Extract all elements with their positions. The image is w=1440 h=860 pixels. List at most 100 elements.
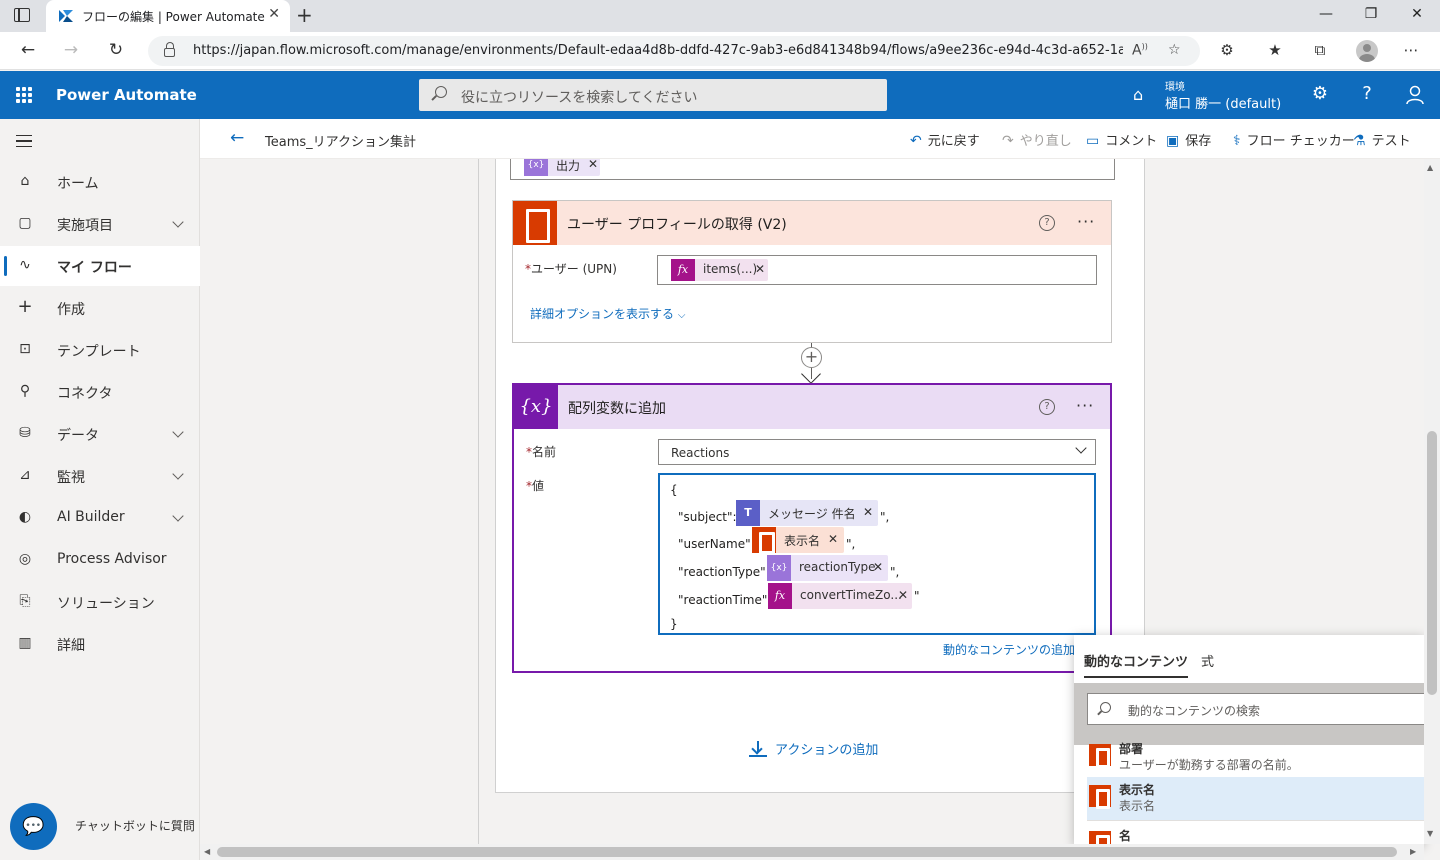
profile-avatar[interactable] <box>1356 40 1378 62</box>
undo-icon: ↶ <box>910 133 922 149</box>
add-action-button[interactable]: アクションの追加 <box>749 739 878 758</box>
list-item-display-name[interactable]: 表示名 表示名 <box>1087 777 1424 821</box>
nav-item-my-flows[interactable]: ∿ マイ フロー <box>0 246 200 286</box>
chatbot-label[interactable]: チャットボットに質問 <box>75 817 195 834</box>
tab-close-icon[interactable]: ✕ <box>268 6 280 22</box>
help-question-icon[interactable]: ? <box>1356 83 1378 104</box>
dynamic-content-flyout: 動的なコンテンツ 式 動的なコンテンツの検索 部署 ユーザーが勤務する部署の名前… <box>1074 635 1424 845</box>
scroll-right-icon[interactable]: ▶ <box>1410 847 1416 856</box>
card-header[interactable]: {x} 配列変数に追加 ? ··· <box>514 385 1110 429</box>
environment-label[interactable]: 環境 <box>1165 78 1185 93</box>
save-button[interactable]: ▣ 保存 <box>1166 130 1211 149</box>
app-launcher-icon[interactable] <box>16 87 32 103</box>
flow-title: Teams_リアクション集計 <box>265 135 416 150</box>
help-icon[interactable]: ? <box>1039 399 1055 415</box>
app-name[interactable]: Power Automate <box>56 86 197 104</box>
nav-item-process-advisor[interactable]: ◎ Process Advisor <box>0 540 200 580</box>
nav-item-templates[interactable]: ⊡ テンプレート <box>0 330 200 370</box>
remove-token-icon[interactable]: ✕ <box>755 262 765 276</box>
comment-button[interactable]: ▭ コメント <box>1086 130 1157 149</box>
token-display-name[interactable]: 表示名 ✕ <box>752 527 844 555</box>
resource-search-input[interactable]: 役に立つリソースを検索してください <box>419 79 887 111</box>
vertical-scroll-thumb[interactable] <box>1427 431 1437 695</box>
tab-dynamic-content[interactable]: 動的なコンテンツ <box>1084 651 1189 678</box>
value-editor[interactable]: { "subject": " T メッセージ 件名 ✕ ", "userName… <box>658 473 1096 635</box>
test-button[interactable]: ⚗ テスト <box>1353 130 1411 149</box>
chevron-down-icon[interactable] <box>172 216 184 228</box>
nav-item-data[interactable]: ⛁ データ <box>0 414 200 454</box>
hamburger-menu-icon[interactable] <box>16 135 32 147</box>
upn-field[interactable]: fx items(...) ✕ <box>657 255 1097 285</box>
nav-item-ai-builder[interactable]: ◐ AI Builder <box>0 498 200 538</box>
remove-token-icon[interactable]: ✕ <box>588 159 598 171</box>
nav-item-create[interactable]: + 作成 <box>0 288 200 328</box>
more-options-icon[interactable]: ··· <box>1077 212 1095 231</box>
lock-icon[interactable] <box>164 42 175 57</box>
show-advanced-options-link[interactable]: 詳細オプションを表示する ⌵ <box>530 305 685 322</box>
more-options-icon[interactable]: ··· <box>1076 396 1094 415</box>
token-reaction-type[interactable]: {x} reactionType ✕ <box>767 555 888 581</box>
horizontal-scroll-thumb[interactable] <box>217 847 1397 857</box>
back-icon[interactable]: ← <box>17 40 39 60</box>
chevron-down-icon[interactable] <box>1075 442 1087 454</box>
dynamic-content-search-input[interactable]: 動的なコンテンツの検索 <box>1087 693 1424 725</box>
card-header[interactable]: ユーザー プロフィールの取得 (V2) ? ··· <box>513 201 1111 245</box>
restore-icon[interactable]: ❐ <box>1361 6 1381 22</box>
token-output[interactable]: {x} 出力 ✕ <box>524 159 600 176</box>
url-bar[interactable]: https://japan.flow.microsoft.com/manage/… <box>148 36 1200 66</box>
more-menu-icon[interactable]: ⋯ <box>1400 41 1422 59</box>
environment-name[interactable]: 樋口 勝一 (default) <box>1165 93 1281 112</box>
chevron-down-icon[interactable] <box>172 510 184 522</box>
nav-item-solutions[interactable]: ⎘ ソリューション <box>0 582 200 622</box>
refresh-icon[interactable]: ↻ <box>105 40 127 60</box>
card-title: 配列変数に追加 <box>568 401 666 417</box>
minimize-icon[interactable]: — <box>1316 6 1336 22</box>
chevron-down-icon[interactable] <box>172 426 184 438</box>
nav-item-learn-more[interactable]: ▥ 詳細 <box>0 624 200 664</box>
tab-expression[interactable]: 式 <box>1201 651 1214 670</box>
chatbot-button[interactable]: 💬 <box>10 803 57 850</box>
list-item-department[interactable]: 部署 ユーザーが勤務する部署の名前。 <box>1087 736 1424 780</box>
scroll-up-icon[interactable]: ▲ <box>1427 163 1433 172</box>
flow-checker-button[interactable]: ⚕ フロー チェッカー <box>1233 130 1355 149</box>
horizontal-scrollbar[interactable]: ◀ ▶ <box>200 844 1424 860</box>
forward-icon[interactable]: → <box>60 40 82 60</box>
list-item-given-name[interactable]: 名 <box>1087 823 1424 845</box>
chevron-down-icon[interactable] <box>172 468 184 480</box>
settings-gear-icon[interactable]: ⚙ <box>1309 83 1331 104</box>
browser-tab[interactable]: フローの編集 | Power Automate ✕ <box>46 0 290 32</box>
vertical-scrollbar[interactable]: ▲ ▼ <box>1424 159 1440 844</box>
variable-name-dropdown[interactable]: Reactions <box>658 439 1096 465</box>
token-items[interactable]: fx items(...) ✕ <box>671 259 768 281</box>
account-icon[interactable] <box>1405 85 1425 105</box>
environment-icon[interactable]: ⌂ <box>1133 85 1143 104</box>
help-icon[interactable]: ? <box>1039 215 1055 231</box>
read-aloud-icon[interactable]: A)) <box>1132 42 1148 59</box>
power-automate-favicon-icon <box>59 10 73 22</box>
scroll-left-icon[interactable]: ◀ <box>204 847 210 856</box>
database-icon: ⛁ <box>19 425 31 441</box>
remove-token-icon[interactable]: ✕ <box>863 505 873 519</box>
add-favorite-icon[interactable]: ☆ <box>1168 42 1181 58</box>
scroll-down-icon[interactable]: ▼ <box>1427 829 1433 838</box>
add-dynamic-content-link[interactable]: 動的なコンテンツの追加 <box>943 641 1075 658</box>
extensions-icon[interactable]: ⚙ <box>1216 41 1238 59</box>
token-convert-time-zone[interactable]: fx convertTimeZo... ✕ <box>768 583 912 609</box>
remove-token-icon[interactable]: ✕ <box>828 532 838 546</box>
favorites-icon[interactable]: ★ <box>1264 41 1286 59</box>
new-tab-icon[interactable]: + <box>296 3 313 27</box>
remove-token-icon[interactable]: ✕ <box>898 588 908 602</box>
nav-item-action-items[interactable]: ▢ 実施項目 <box>0 204 200 244</box>
redo-button[interactable]: ↷ やり直し <box>1002 130 1072 149</box>
tab-actions-icon[interactable] <box>14 8 30 22</box>
nav-item-monitor[interactable]: ⊿ 監視 <box>0 456 200 496</box>
url-text[interactable]: https://japan.flow.microsoft.com/manage/… <box>193 43 1123 58</box>
remove-token-icon[interactable]: ✕ <box>873 560 883 574</box>
window-close-icon[interactable]: ✕ <box>1407 6 1427 22</box>
nav-item-home[interactable]: ⌂ ホーム <box>0 162 200 202</box>
collections-icon[interactable]: ⧉ <box>1309 41 1331 59</box>
nav-item-connectors[interactable]: ⚲ コネクタ <box>0 372 200 412</box>
token-message-subject[interactable]: T メッセージ 件名 ✕ <box>736 500 878 526</box>
undo-button[interactable]: ↶ 元に戻す <box>910 130 980 149</box>
back-arrow-icon[interactable]: ← <box>230 128 244 148</box>
